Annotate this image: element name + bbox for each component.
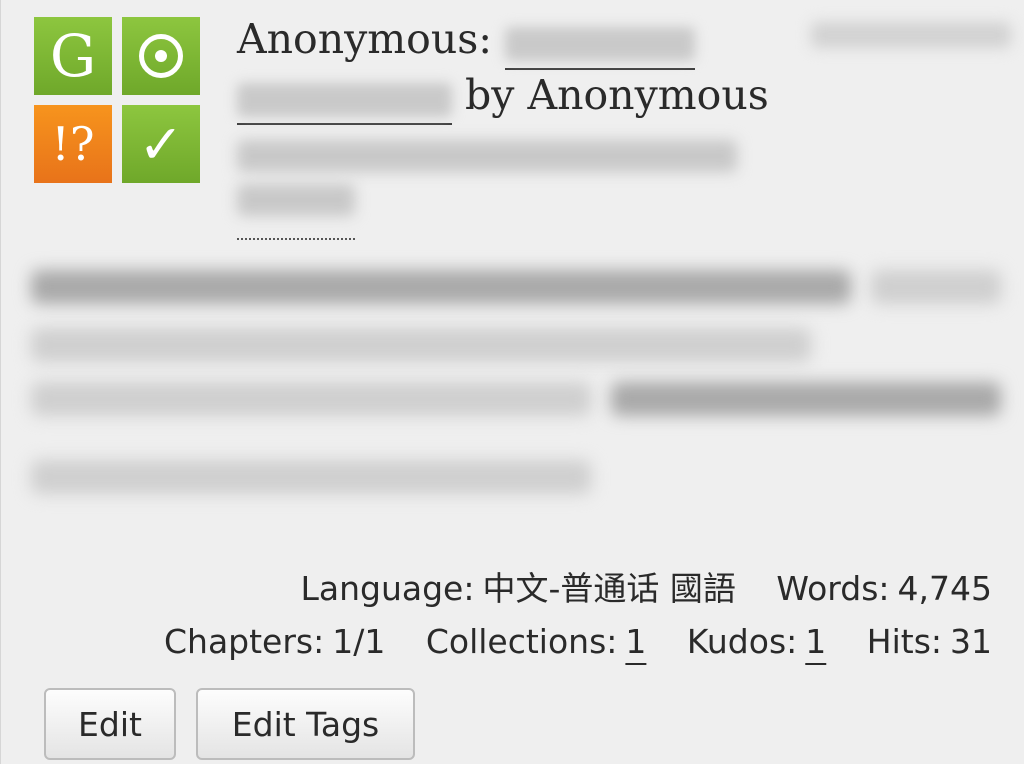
category-gen-icon[interactable] xyxy=(122,17,200,95)
author-prefix: Anonymous: xyxy=(237,15,493,63)
stats-row-2: Chapters: 1/1 Collections: 1 Kudos: 1 Hits:… xyxy=(32,622,992,661)
relationship-tag-blurred[interactable] xyxy=(871,270,1001,304)
work-blurb: G !? ✓ Anonymous: by Anonymous Language:… xyxy=(0,0,1024,764)
warning-tag-blurred[interactable] xyxy=(31,270,851,304)
warning-choose-not-icon[interactable]: !? xyxy=(34,105,112,183)
warning-symbol: !? xyxy=(51,117,95,171)
work-title-blurred xyxy=(505,27,696,61)
kudos-label: Kudos: xyxy=(686,622,798,661)
edit-tags-button[interactable]: Edit Tags xyxy=(196,688,415,760)
rating-general-icon[interactable]: G xyxy=(34,17,112,95)
fandom-line-2-blurred xyxy=(237,184,355,216)
words-value: 4,745 xyxy=(897,569,992,608)
work-title-link[interactable] xyxy=(505,16,696,70)
fandom-tags[interactable] xyxy=(237,140,737,228)
stats-row-1: Language: 中文-普通话 國語 Words: 4,745 xyxy=(32,562,992,610)
hits-stat: Hits: 31 xyxy=(867,622,992,661)
character-tags-blurred-2[interactable] xyxy=(31,382,591,416)
by-author: by Anonymous xyxy=(465,70,769,119)
fandom-line-1-blurred xyxy=(237,140,737,172)
chapters-label: Chapters: xyxy=(163,622,325,661)
words-stat: Words: 4,745 xyxy=(776,569,992,608)
complete-check-icon[interactable]: ✓ xyxy=(122,105,200,183)
collections-link[interactable]: 1 xyxy=(625,622,646,661)
edit-button[interactable]: Edit xyxy=(44,688,176,760)
kudos-stat: Kudos: 1 xyxy=(687,622,826,661)
required-tags: G !? ✓ xyxy=(34,17,200,183)
kudos-link[interactable]: 1 xyxy=(805,622,826,661)
work-heading: Anonymous: by Anonymous xyxy=(237,14,1017,125)
collections-label: Collections: xyxy=(425,622,618,661)
recipient-blurred xyxy=(237,82,452,117)
hits-value: 31 xyxy=(950,622,992,661)
complete-symbol: ✓ xyxy=(138,112,184,176)
circle-icon xyxy=(139,34,183,78)
rating-symbol: G xyxy=(49,22,97,90)
language-value: 中文-普通话 國語 xyxy=(482,569,736,608)
collections-stat: Collections: 1 xyxy=(426,622,647,661)
chapters-stat: Chapters: 1/1 xyxy=(164,622,385,661)
character-tags-blurred[interactable] xyxy=(31,328,811,362)
summary-text-blurred xyxy=(31,460,591,494)
freeform-tag-blurred[interactable] xyxy=(611,382,1001,416)
chapters-value: 1/1 xyxy=(332,622,386,661)
fandom-link-underline xyxy=(237,238,355,240)
recipient-link[interactable] xyxy=(237,71,452,125)
language-label: Language: xyxy=(300,569,475,608)
language-stat: Language: 中文-普通话 國語 xyxy=(300,562,735,610)
words-label: Words: xyxy=(776,569,890,608)
hits-label: Hits: xyxy=(866,622,942,661)
